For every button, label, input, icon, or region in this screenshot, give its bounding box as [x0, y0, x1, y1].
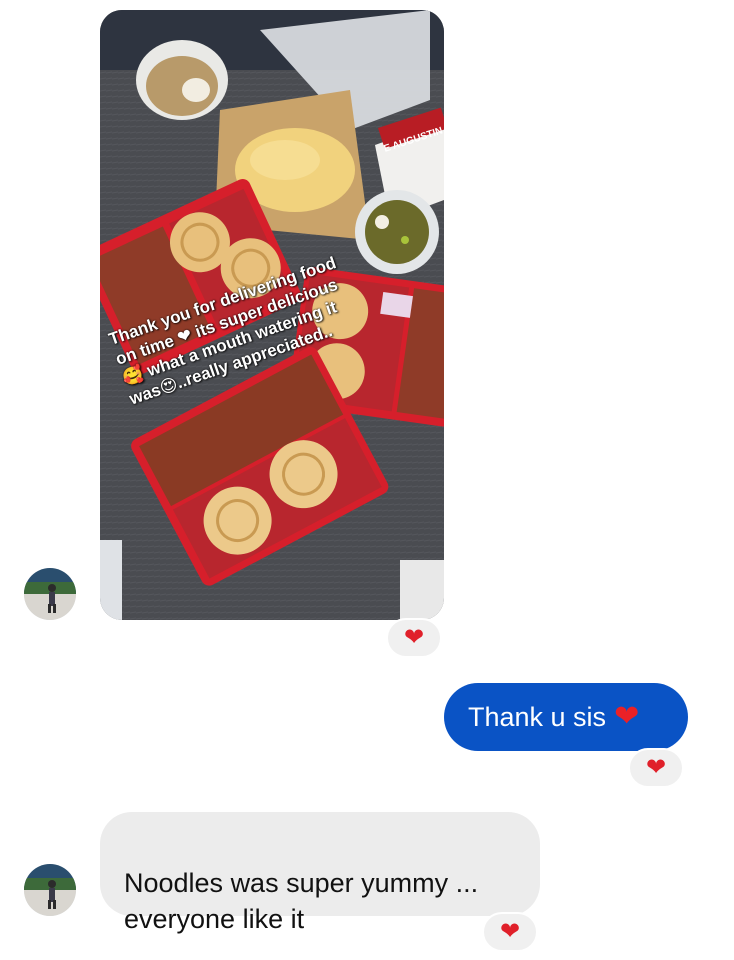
message-text: Noodles was super yummy ... everyone lik… [124, 868, 479, 934]
heart-reaction[interactable]: ❤ [628, 748, 684, 788]
outgoing-message-bubble[interactable]: Thank u sis ❤ [444, 683, 688, 751]
message-text: Thank u sis [468, 701, 607, 732]
heart-icon: ❤ [403, 624, 425, 651]
incoming-message-bubble[interactable]: Noodles was super yummy ... everyone lik… [100, 812, 540, 934]
heart-icon: ❤ [499, 918, 521, 945]
heart-reaction[interactable]: ❤ [482, 912, 538, 952]
food-photo-message[interactable]: E AUGUSTIN Thank you for delivering food… [100, 10, 444, 620]
heart-emoji-icon: ❤ [614, 700, 640, 733]
heart-reaction[interactable]: ❤ [386, 618, 442, 658]
contact-avatar[interactable] [24, 568, 76, 620]
contact-avatar[interactable] [24, 864, 76, 916]
heart-icon: ❤ [645, 754, 667, 781]
